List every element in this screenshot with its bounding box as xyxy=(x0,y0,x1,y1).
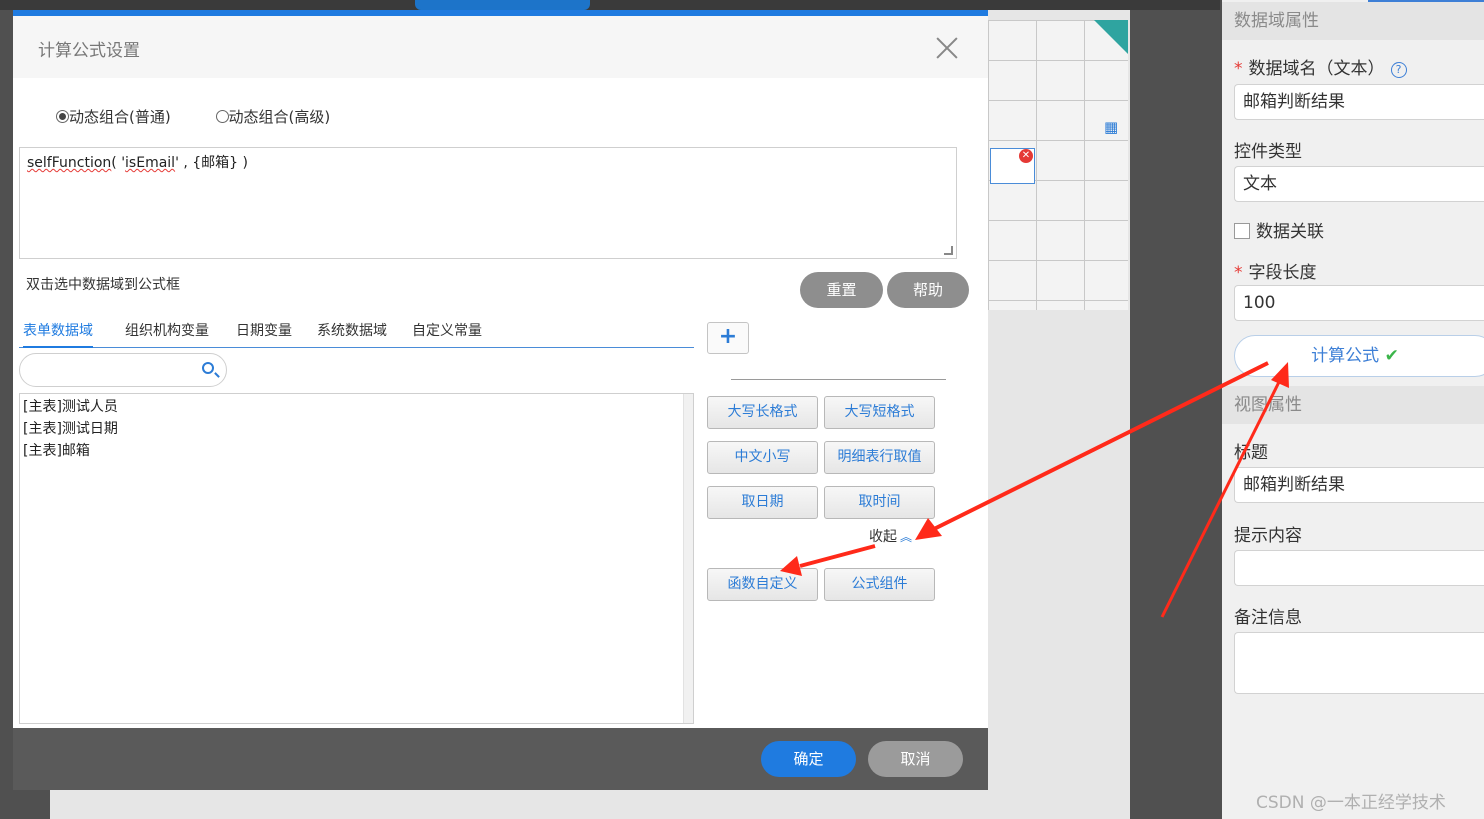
remark-textarea[interactable] xyxy=(1234,632,1484,694)
calc-formula-button[interactable]: 计算公式 ✔ xyxy=(1234,335,1484,377)
field-name-label: * 数据域名（文本）? xyxy=(1234,54,1407,79)
variable-tabs: 表单数据域 组织机构变量 日期变量 系统数据域 自定义常量 xyxy=(19,318,694,348)
resize-handle-icon[interactable] xyxy=(944,246,953,255)
field-length-input[interactable]: 100 xyxy=(1234,285,1484,321)
help-button[interactable]: 帮助 xyxy=(887,272,969,308)
list-item[interactable]: [主表]测试日期 xyxy=(23,418,690,440)
cancel-button[interactable]: 取消 xyxy=(868,741,963,777)
divider xyxy=(731,379,946,380)
property-panel: 数据域属性 * 数据域名（文本）? 邮箱判断结果 控件类型 文本 数据关联 * 字段… xyxy=(1222,0,1484,819)
tab-system-fields[interactable]: 系统数据域 xyxy=(317,320,387,348)
dialog-header xyxy=(13,16,988,78)
collapse-toggle[interactable]: 收起 ︽ xyxy=(869,526,912,546)
watermark: CSDN @一本正经学技术 xyxy=(1256,793,1446,813)
tip-input[interactable] xyxy=(1234,550,1484,586)
canvas-strip xyxy=(988,310,1128,819)
chinese-lower-button[interactable]: 中文小写 xyxy=(707,441,818,474)
top-toolbar-tab[interactable] xyxy=(415,0,590,10)
list-item[interactable]: [主表]测试人员 xyxy=(23,396,690,418)
formula-dialog: 计算公式设置 动态组合(普通) 动态组合(高级) selfFunction( '… xyxy=(13,10,988,790)
top-toolbar xyxy=(0,0,1220,10)
detail-row-value-button[interactable]: 明细表行取值 xyxy=(824,441,935,474)
add-button[interactable]: + xyxy=(707,322,749,354)
tab-form-fields[interactable]: 表单数据域 xyxy=(23,320,93,348)
double-chevron-up-icon[interactable]: ︽ xyxy=(900,530,912,544)
formula-component-button[interactable]: 公式组件 xyxy=(824,568,935,601)
scrollbar[interactable] xyxy=(683,394,693,723)
formula-textarea[interactable]: selfFunction( 'isEmail' , {邮箱} ) xyxy=(19,147,957,259)
calendar-icon[interactable]: ▦ xyxy=(1104,118,1118,136)
close-icon[interactable] xyxy=(933,34,961,62)
remark-label: 备注信息 xyxy=(1234,608,1302,628)
data-link-checkbox[interactable]: 数据关联 xyxy=(1234,217,1324,242)
upper-long-button[interactable]: 大写长格式 xyxy=(707,396,818,429)
custom-function-button[interactable]: 函数自定义 xyxy=(707,568,818,601)
checkbox-icon[interactable] xyxy=(1234,223,1250,239)
field-list: [主表]测试人员 [主表]测试日期 [主表]邮箱 xyxy=(19,393,694,724)
tab-date-variables[interactable]: 日期变量 xyxy=(236,320,292,348)
search-icon[interactable] xyxy=(202,362,214,374)
check-icon: ✔ xyxy=(1384,346,1399,366)
section-data-properties: 数据域属性 xyxy=(1222,2,1484,40)
help-icon[interactable]: ? xyxy=(1390,62,1407,78)
list-item[interactable]: [主表]邮箱 xyxy=(23,440,690,462)
field-name-input[interactable]: 邮箱判断结果 xyxy=(1234,84,1484,120)
confirm-button[interactable]: 确定 xyxy=(761,741,856,777)
get-time-button[interactable]: 取时间 xyxy=(824,486,935,519)
dialog-title: 计算公式设置 xyxy=(38,41,140,61)
title-label: 标题 xyxy=(1234,443,1268,463)
radio-normal[interactable]: 动态组合(普通) xyxy=(56,106,171,127)
radio-selected-icon[interactable] xyxy=(56,110,69,123)
mode-radio-group: 动态组合(普通) 动态组合(高级) xyxy=(56,106,370,127)
title-input[interactable]: 邮箱判断结果 xyxy=(1234,467,1484,503)
delete-field-icon[interactable]: ✕ xyxy=(1019,149,1033,163)
radio-advanced[interactable]: 动态组合(高级) xyxy=(215,106,330,127)
dialog-footer: 确定 取消 xyxy=(13,728,988,790)
tab-custom-constants[interactable]: 自定义常量 xyxy=(412,320,482,348)
hint-text: 双击选中数据域到公式框 xyxy=(26,277,180,293)
corner-decoration xyxy=(1094,20,1128,54)
field-length-label: * 字段长度 xyxy=(1234,263,1317,283)
radio-unselected-icon[interactable] xyxy=(215,110,229,123)
control-type-label: 控件类型 xyxy=(1234,142,1302,162)
field-search-input[interactable] xyxy=(19,353,227,387)
reset-button[interactable]: 重置 xyxy=(800,272,883,308)
tab-org-variables[interactable]: 组织机构变量 xyxy=(125,320,209,348)
get-date-button[interactable]: 取日期 xyxy=(707,486,818,519)
control-type-select[interactable]: 文本 xyxy=(1234,166,1484,202)
tip-label: 提示内容 xyxy=(1234,526,1302,546)
upper-short-button[interactable]: 大写短格式 xyxy=(824,396,935,429)
section-view-properties: 视图属性 xyxy=(1222,386,1484,424)
